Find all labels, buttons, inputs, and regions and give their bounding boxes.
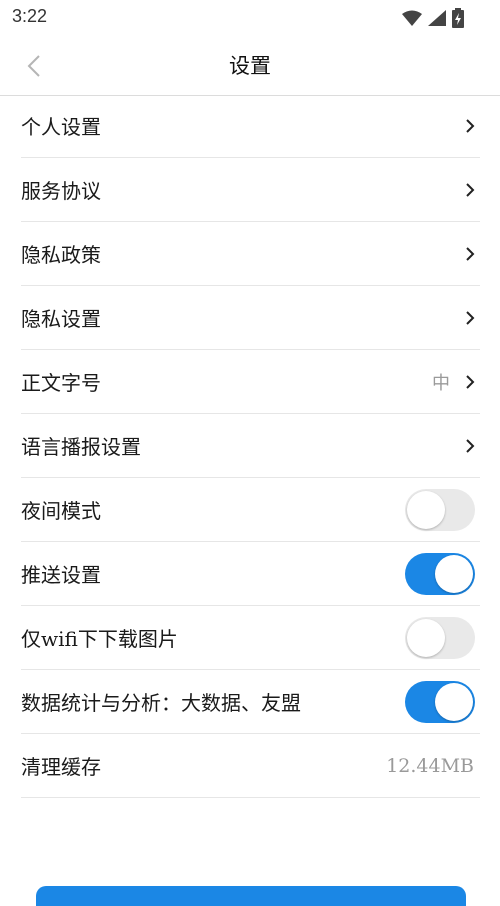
settings-row-service-agreement[interactable]: 服务协议 (21, 158, 480, 222)
toggle-knob (407, 618, 445, 657)
settings-row-clear-cache[interactable]: 清理缓存 12.44MB (21, 734, 480, 798)
row-label: 隐私设置 (21, 307, 101, 331)
settings-row-push: 推送设置 (21, 542, 480, 606)
settings-row-personal[interactable]: 个人设置 (21, 94, 480, 158)
row-label: 夜间模式 (21, 499, 101, 523)
settings-row-privacy-policy[interactable]: 隐私政策 (21, 222, 480, 286)
battery-charging-icon (452, 8, 464, 28)
toggle-knob (435, 682, 473, 721)
row-label: 数据统计与分析：大数据、友盟 (21, 691, 301, 715)
toggle-knob (407, 490, 445, 529)
font-size-value: 中 (432, 372, 450, 394)
row-label: 语言播报设置 (21, 435, 141, 459)
chevron-right-icon (466, 438, 475, 453)
wifi-icon (402, 10, 422, 26)
push-settings-toggle[interactable] (405, 552, 475, 595)
cellular-signal-icon (428, 10, 446, 26)
settings-row-analytics: 数据统计与分析：大数据、友盟 (21, 670, 480, 734)
row-label: 个人设置 (21, 115, 101, 139)
row-label: 仅wifi下下载图片 (21, 627, 178, 651)
status-icons (402, 8, 464, 28)
row-label: 服务协议 (21, 179, 101, 203)
bottom-action-button[interactable] (36, 886, 466, 906)
chevron-right-icon (466, 310, 475, 325)
chevron-right-icon (466, 118, 475, 133)
header-bar: 设置 (0, 34, 500, 96)
settings-row-font-size[interactable]: 正文字号 中 (21, 350, 480, 414)
night-mode-toggle[interactable] (405, 488, 475, 531)
settings-row-privacy-settings[interactable]: 隐私设置 (21, 286, 480, 350)
page-title: 设置 (229, 54, 271, 78)
status-bar: 3:22 (0, 0, 500, 34)
row-label: 清理缓存 (21, 755, 101, 779)
row-label: 正文字号 (21, 371, 101, 395)
row-label: 推送设置 (21, 563, 101, 587)
chevron-right-icon (466, 182, 475, 197)
chevron-right-icon (466, 374, 475, 389)
settings-row-voice-broadcast[interactable]: 语言播报设置 (21, 414, 480, 478)
row-label: 隐私政策 (21, 243, 101, 267)
settings-row-wifi-images: 仅wifi下下载图片 (21, 606, 480, 670)
chevron-right-icon (466, 246, 475, 261)
toggle-knob (435, 554, 473, 593)
wifi-images-toggle[interactable] (405, 616, 475, 659)
settings-list: 个人设置 服务协议 隐私政策 隐私设置 正文字号 中 语言播报设置 夜间模式 推… (21, 94, 480, 798)
settings-row-night-mode: 夜间模式 (21, 478, 480, 542)
analytics-toggle[interactable] (405, 680, 475, 723)
status-time: 3:22 (12, 6, 48, 26)
cache-size-value: 12.44MB (386, 754, 474, 777)
